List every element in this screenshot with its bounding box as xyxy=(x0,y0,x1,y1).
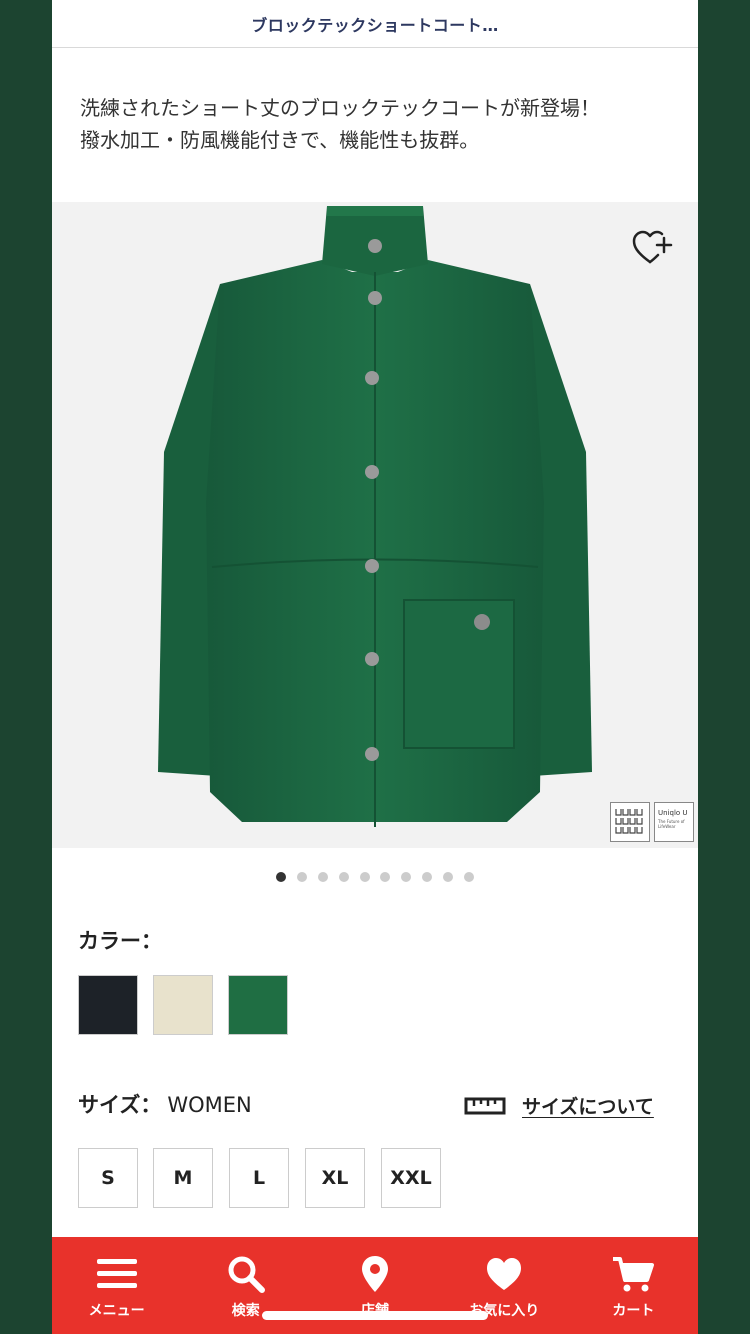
size-option-xl[interactable]: XL xyxy=(305,1148,365,1208)
tab-menu-label: メニュー xyxy=(88,1303,145,1319)
color-swatch-beige[interactable] xyxy=(153,975,213,1035)
carousel-dot[interactable] xyxy=(276,872,287,882)
color-swatch-black[interactable] xyxy=(78,975,138,1035)
add-favorite-button[interactable] xyxy=(630,226,674,270)
cart-icon xyxy=(611,1254,655,1294)
badge-title: Uniqlo U xyxy=(658,809,688,817)
carousel-dot[interactable] xyxy=(297,872,308,882)
uniqlo-u-logo-icon xyxy=(610,802,650,842)
location-pin-icon xyxy=(353,1254,397,1294)
heart-icon xyxy=(482,1254,526,1294)
product-description: 洗練されたショート丈のブロックテックコートが新登場！ 撥水加工・防風機能付きで、… xyxy=(80,92,680,156)
uniqlo-u-badge: Uniqlo U The Future of LifeWear xyxy=(654,802,694,842)
carousel-dot[interactable] xyxy=(318,872,328,882)
tab-search-label: 検索 xyxy=(231,1303,260,1319)
carousel-dot[interactable] xyxy=(380,872,391,882)
carousel-dot[interactable] xyxy=(421,872,432,882)
size-option-m[interactable]: M xyxy=(153,1148,213,1208)
description-line-2: 撥水加工・防風機能付きで、機能性も抜群。 xyxy=(80,128,480,152)
carousel-dot[interactable] xyxy=(463,872,474,882)
description-line-1: 洗練されたショート丈のブロックテックコートが新登場！ xyxy=(80,96,600,120)
size-label: サイズ： WOMEN xyxy=(78,1089,252,1119)
product-page: ブロックテックショートコート… 洗練されたショート丈のブロックテックコートが新登… xyxy=(52,0,698,1334)
size-option-l[interactable]: L xyxy=(229,1148,289,1208)
color-swatch-green[interactable] xyxy=(228,975,288,1035)
product-image[interactable]: Uniqlo U The Future of LifeWear xyxy=(52,202,698,848)
carousel-dot[interactable] xyxy=(338,872,349,882)
carousel-dots xyxy=(52,872,698,882)
size-guide-label: サイズについて xyxy=(522,1096,654,1118)
color-label: カラー： xyxy=(78,929,162,953)
badge-tagline: The Future of LifeWear xyxy=(658,819,685,829)
page-title: ブロックテックショートコート… xyxy=(251,15,499,35)
ruler-icon xyxy=(464,1097,506,1114)
tab-menu[interactable]: メニュー xyxy=(52,1237,181,1334)
menu-icon xyxy=(95,1254,139,1294)
coat-illustration xyxy=(158,206,592,827)
carousel-dot[interactable] xyxy=(359,872,370,882)
search-icon xyxy=(224,1254,268,1294)
size-option-s[interactable]: S xyxy=(78,1148,138,1208)
size-category: WOMEN xyxy=(167,1093,252,1117)
heart-plus-icon xyxy=(632,230,673,264)
size-label-text: サイズ： xyxy=(78,1093,162,1117)
home-indicator[interactable] xyxy=(262,1311,488,1320)
grid-logo-icon xyxy=(615,809,643,834)
carousel-dot[interactable] xyxy=(401,872,412,882)
size-guide-link[interactable]: サイズについて xyxy=(464,1092,654,1119)
size-option-xxl[interactable]: XXL xyxy=(381,1148,441,1208)
tab-cart[interactable]: カート xyxy=(569,1237,698,1334)
carousel-dot[interactable] xyxy=(442,872,453,882)
tab-cart-label: カート xyxy=(612,1303,655,1319)
header: ブロックテックショートコート… xyxy=(52,0,698,48)
